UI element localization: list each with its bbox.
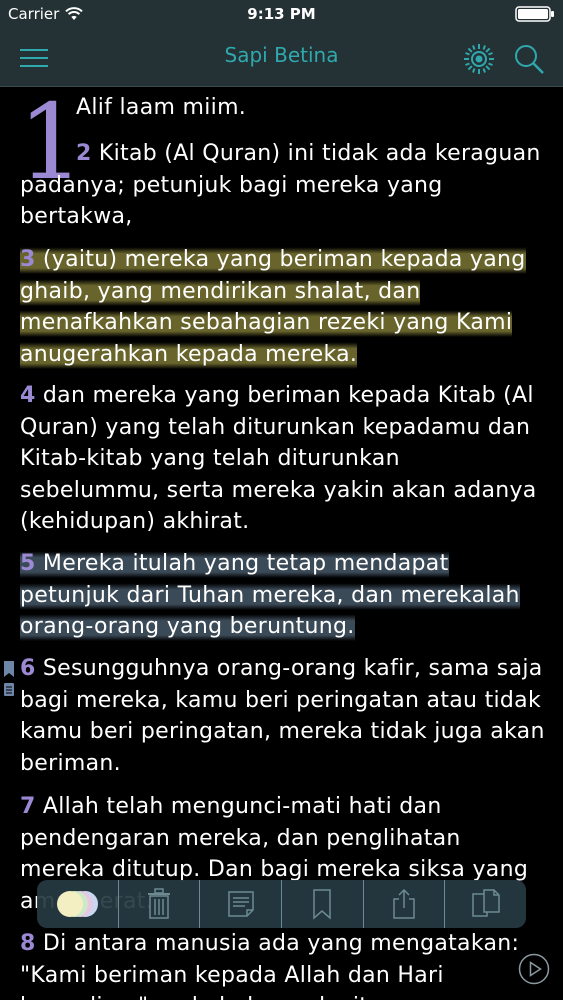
delete-button[interactable] [117,880,200,928]
verse-6[interactable]: 6 Sesungguhnya orang-orang kafir, sama s… [20,653,545,779]
brightness-icon[interactable] [462,42,496,76]
verse-number: 7 [20,794,36,819]
trash-icon [148,888,170,919]
copy-button[interactable] [444,880,526,928]
bookmark-note-marker-icon[interactable] [3,661,15,701]
verse-3[interactable]: 3 (yaitu) mereka yang beriman kepada yan… [20,244,545,370]
verse-4[interactable]: 4 dan mereka yang beriman kepada Kitab (… [20,380,545,538]
share-button[interactable] [362,880,445,928]
verse-text: dan mereka yang beriman kepada Kitab (Al… [20,383,537,534]
verse-number: 5 [20,551,36,576]
highlight-yellow: 3 (yaitu) mereka yang beriman kepada yan… [20,245,526,369]
verse-number: 8 [20,931,36,956]
verse-text: Kitab (Al Quran) ini tidak ada keraguan … [20,141,541,229]
verse-8[interactable]: 8 Di antara manusia ada yang mengatakan:… [20,928,545,1000]
note-icon [227,891,254,917]
verse-text: (yaitu) mereka yang beriman kepada yang … [20,247,526,367]
status-time: 9:13 PM [247,5,316,23]
verse-1[interactable]: Alif laam miim. [76,92,546,124]
verse-number: 2 [76,141,92,166]
share-icon [393,888,415,919]
scripture-content[interactable]: 1 Alif laam miim. 2 Kitab (Al Quran) ini… [0,88,563,1000]
verse-text: Sesungguhnya orang-orang kafir, sama saj… [20,656,545,776]
verse-text: Mereka itulah yang tetap mendapat petunj… [20,551,520,639]
verse-number: 4 [20,383,36,408]
bookmark-icon [313,889,332,920]
verse-2[interactable]: 2 Kitab (Al Quran) ini tidak ada keragua… [20,138,545,233]
add-note-button[interactable] [199,880,281,928]
copy-icon [471,889,500,917]
verse-text: Alif laam miim. [76,95,247,120]
play-audio-icon[interactable] [518,953,550,985]
navigation-bar: Sapi Betina [0,28,563,87]
verse-text: Di antara manusia ada yang mengatakan: "… [20,931,520,1000]
search-icon[interactable] [512,42,546,76]
battery-icon [515,6,554,22]
status-bar: Carrier 9:13 PM [0,0,563,28]
bookmark-button[interactable] [281,880,363,928]
verse-number: 3 [20,247,36,272]
verse-action-toolbar [37,880,526,928]
color-picker-button[interactable] [37,880,118,928]
verse-5[interactable]: 5 Mereka itulah yang tetap mendapat petu… [20,548,545,643]
color-picker-icon [57,891,99,917]
verse-number: 6 [20,656,36,681]
highlight-blue: 5 Mereka itulah yang tetap mendapat petu… [20,549,520,641]
